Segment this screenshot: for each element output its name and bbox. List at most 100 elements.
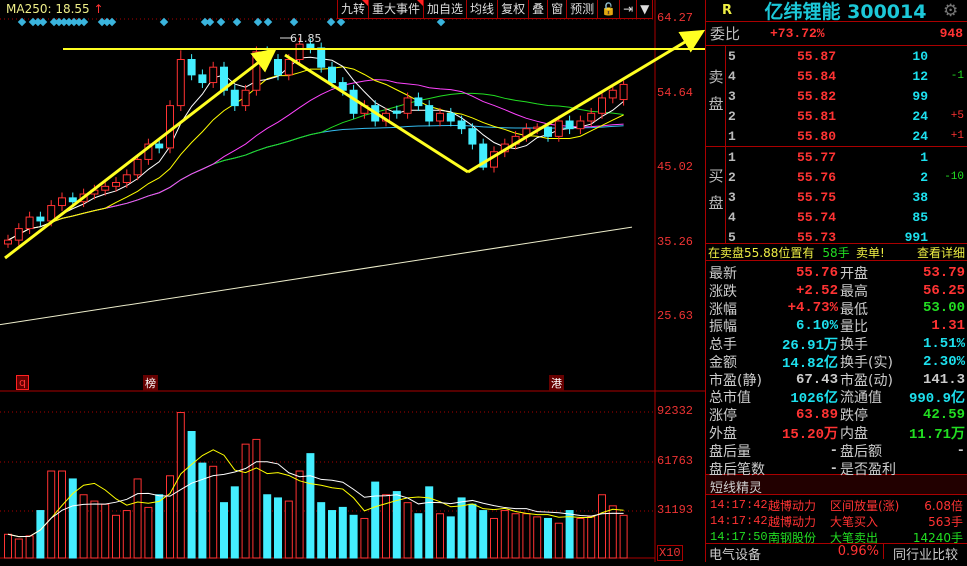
- toolbar-button-9[interactable]: ⇥: [620, 0, 638, 19]
- candle-down: [155, 143, 164, 149]
- ma20-line: [7, 79, 624, 241]
- toolbar-button-5[interactable]: 叠: [529, 0, 549, 19]
- candle-up: [252, 51, 261, 91]
- toolbar-button-1[interactable]: 重大事件: [369, 0, 425, 19]
- ma30-line: [7, 92, 624, 241]
- ma5-line: [7, 56, 624, 241]
- level: 3: [728, 88, 736, 104]
- sell-level-row[interactable]: 5 55.87 10: [706, 46, 967, 66]
- sector-name[interactable]: 电气设备: [706, 544, 806, 563]
- candle-down: [317, 47, 326, 68]
- price-tick: 64.27: [657, 11, 694, 25]
- volume-bar: [144, 506, 153, 559]
- short-term-elf-list: 14:17:42 越博动力 区间放量(涨) 6.08倍 14:17:42 越博动力 大笔买入…: [706, 495, 967, 545]
- candle-down: [457, 120, 466, 130]
- candle-down: [230, 89, 239, 107]
- sell-level-row[interactable]: 1 55.80 24 +1: [706, 126, 967, 146]
- toolbar-button-10[interactable]: ▼: [637, 0, 654, 19]
- toolbar-button-7[interactable]: 预测: [567, 0, 599, 19]
- kline-chart[interactable]: MA250: 18.55 ↑ 九转 重大事件 加自选 均线 复权叠窗预测 🔓 ⇥ ▼ 64.2…: [0, 0, 706, 562]
- elf-item[interactable]: 14:17:50 南钢股份 大笔卖出 14240手: [706, 529, 967, 545]
- volume-bar: [209, 465, 218, 559]
- gear-icon[interactable]: ⚙: [943, 1, 967, 21]
- stat-value: -: [829, 442, 838, 459]
- price-tick: 54.64: [657, 86, 694, 100]
- sell-level-row[interactable]: 2 55.81 24 +5: [706, 106, 967, 126]
- r-badge[interactable]: R: [706, 3, 748, 18]
- weibi-diff: 948: [939, 26, 963, 41]
- volume-tick: 31193: [657, 503, 694, 517]
- quote-panel: R 亿纬锂能 300014 ⚙ 委比 +73.72% 948 卖盘 5 55.87…: [705, 0, 967, 563]
- trend-up-arrow: [4, 48, 277, 260]
- elf-value: 563手: [928, 514, 963, 529]
- volume-ma10-line: [7, 461, 624, 538]
- event-marker[interactable]: q: [16, 375, 29, 390]
- stat-value: 11.71万: [908, 427, 965, 444]
- volume-bar: [371, 481, 380, 559]
- stat-value: 55.76: [795, 264, 838, 281]
- stat-value: 53.79: [922, 264, 965, 281]
- rank-marker[interactable]: 榜: [143, 375, 158, 391]
- toolbar-button-3[interactable]: 均线: [467, 0, 499, 19]
- stat-value: 15.20万: [781, 427, 838, 444]
- sell-level-row[interactable]: 4 55.84 12 -1: [706, 66, 967, 86]
- volume: 24: [912, 108, 928, 124]
- toolbar-button-0[interactable]: 九转: [338, 0, 370, 19]
- volume-bar: [252, 438, 261, 559]
- volume-bar: [284, 500, 293, 559]
- volume-bar: [176, 412, 185, 559]
- event-diamond-icon: [79, 17, 89, 27]
- buy-level-row[interactable]: 2 55.76 2 -10: [706, 167, 967, 187]
- candle-up: [133, 158, 142, 176]
- elf-value: 6.08倍: [924, 498, 963, 513]
- ma250-value: MA250: 18.55: [6, 2, 90, 16]
- toolbar-button-8[interactable]: 🔓: [598, 0, 621, 19]
- elf-event: 大笔买入: [830, 514, 879, 529]
- candle-up: [166, 105, 174, 149]
- short-term-elf-title[interactable]: 短线精灵: [706, 475, 967, 496]
- buy-level-row[interactable]: 1 55.77 1: [706, 147, 967, 167]
- stat-value: +4.73%: [787, 300, 838, 317]
- volume-bar: [25, 535, 34, 559]
- candle-down: [425, 105, 434, 122]
- buy-level-row[interactable]: 3 55.75 38: [706, 187, 967, 207]
- volume-bar: [187, 430, 196, 559]
- volume: 10: [912, 48, 928, 64]
- price: 55.84: [796, 68, 836, 84]
- candle-down: [565, 120, 574, 130]
- volume-ma5-line: [7, 449, 624, 538]
- event-diamond-icon: [232, 17, 242, 27]
- toolbar-button-4[interactable]: 复权: [498, 0, 530, 19]
- buy-level-row[interactable]: 5 55.73 991: [706, 227, 967, 247]
- kline-canvas[interactable]: [0, 0, 706, 562]
- peer-compare-button[interactable]: 同行业比较: [884, 544, 967, 563]
- toolbar-button-2[interactable]: 加自选: [424, 0, 468, 19]
- toolbar-button-6[interactable]: 窗: [548, 0, 568, 19]
- stat-label: 是否盈利: [839, 461, 896, 478]
- stat-row: 振幅 6.10% 量比 1.31: [709, 317, 965, 335]
- sell-book: 卖盘 5 55.87 10 4 55.84 12 -1 3 55.82 99 2 55.81 24 +5 1…: [706, 46, 967, 147]
- sell-level-row[interactable]: 3 55.82 99: [706, 86, 967, 106]
- event-diamond-icon: [107, 17, 117, 27]
- candle-down: [328, 66, 336, 84]
- event-diamond-icon: [216, 17, 226, 27]
- level: 4: [728, 68, 736, 84]
- volume: 1: [920, 149, 928, 165]
- buy-level-row[interactable]: 4 55.74 85: [706, 207, 967, 227]
- elf-event: 区间放量(涨): [830, 498, 900, 513]
- volume-unit-badge[interactable]: X10: [657, 545, 683, 561]
- candle-up: [101, 185, 110, 191]
- elf-item[interactable]: 14:17:42 越博动力 大笔买入 563手: [706, 513, 967, 529]
- hk-marker[interactable]: 港: [549, 375, 564, 391]
- elf-item[interactable]: 14:17:42 越博动力 区间放量(涨) 6.08倍: [706, 497, 967, 513]
- volume-bar: [490, 517, 498, 559]
- chart-toolbar: 九转 重大事件 加自选 均线 复权叠窗预测 🔓 ⇥ ▼: [337, 0, 654, 19]
- volume-tick: 92332: [657, 404, 694, 418]
- price-tick: 35.26: [657, 235, 694, 249]
- elf-event: 大笔卖出: [830, 530, 879, 545]
- stock-title-bar: R 亿纬锂能 300014 ⚙: [706, 0, 967, 23]
- stat-value: 63.89: [795, 407, 838, 424]
- change: -10: [944, 171, 964, 183]
- stat-value: 14.82亿: [781, 355, 838, 372]
- volume-bar: [436, 513, 444, 559]
